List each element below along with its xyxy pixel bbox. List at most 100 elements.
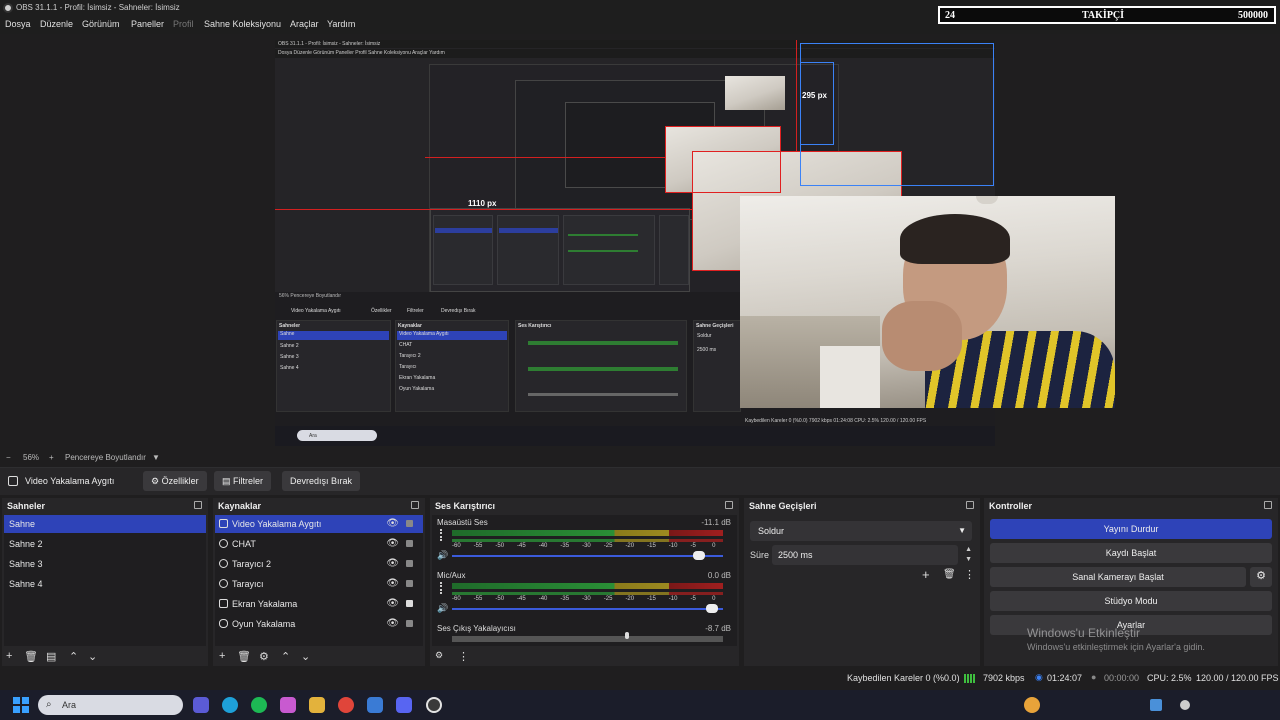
source-item[interactable]: CHAT 👁: [215, 535, 423, 553]
move-up-icon[interactable]: ⌃: [69, 650, 78, 663]
move-down-icon[interactable]: ⌄: [88, 650, 97, 663]
add-transition-icon[interactable]: +: [922, 567, 930, 582]
advanced-audio-icon[interactable]: ⚙: [435, 650, 443, 661]
visibility-eye-icon[interactable]: 👁: [386, 578, 399, 589]
menu-help[interactable]: Yardım: [327, 19, 355, 29]
scene-item[interactable]: Sahne 4: [4, 575, 206, 593]
zoom-in-button[interactable]: +: [49, 453, 54, 462]
source-properties-icon[interactable]: ⚙: [259, 650, 269, 663]
move-down-icon[interactable]: ⌄: [301, 650, 310, 663]
visibility-eye-icon[interactable]: 👁: [386, 538, 399, 549]
duration-stepper[interactable]: ▲ ▼: [965, 545, 972, 565]
volume-slider[interactable]: [452, 608, 723, 610]
duration-input[interactable]: 2500 ms: [772, 545, 958, 565]
fit-to-window-button[interactable]: Pencereye Boyutlandır: [65, 453, 146, 462]
source-item[interactable]: Video Yakalama Aygıtı 👁: [215, 515, 423, 533]
zoom-out-button[interactable]: −: [6, 453, 11, 462]
mixer-menu-icon[interactable]: ⋮: [458, 650, 469, 663]
meter-tick-label: -20: [625, 543, 635, 549]
lock-icon[interactable]: [406, 540, 413, 547]
menu-profile[interactable]: Profil: [173, 19, 194, 29]
channel-menu-icon[interactable]: [440, 529, 442, 541]
zoom-dropdown-icon[interactable]: ▼: [152, 453, 160, 462]
volume-knob[interactable]: [706, 604, 719, 613]
settings-app-icon[interactable]: [367, 697, 383, 713]
dock-float-icon[interactable]: [1264, 501, 1272, 509]
menu-view[interactable]: Görünüm: [82, 19, 120, 29]
webcam-video-source[interactable]: [740, 196, 1115, 408]
menu-scene-collection[interactable]: Sahne Koleksiyonu: [204, 19, 281, 29]
visibility-eye-icon[interactable]: 👁: [386, 558, 399, 569]
network-tray-icon[interactable]: [1150, 699, 1162, 711]
transition-menu-icon[interactable]: ⋮: [964, 568, 975, 581]
remove-scene-icon[interactable]: 🗑: [24, 650, 38, 663]
scene-item[interactable]: Sahne 2: [4, 535, 206, 553]
copilot-icon[interactable]: [280, 697, 296, 713]
chrome-icon[interactable]: [338, 697, 354, 713]
channel-db: 0.0 dB: [707, 571, 731, 580]
properties-button[interactable]: ⚙ Özellikler: [143, 471, 207, 491]
source-item[interactable]: Tarayıcı 👁: [215, 575, 423, 593]
lock-icon[interactable]: [406, 520, 413, 527]
menu-tools[interactable]: Araçlar: [290, 19, 319, 29]
lock-icon[interactable]: [406, 580, 413, 587]
filters-button[interactable]: ▤ Filtreler: [214, 471, 272, 491]
visibility-eye-icon[interactable]: 👁: [386, 618, 399, 629]
menu-edit[interactable]: Düzenle: [40, 19, 73, 29]
source-item[interactable]: Ekran Yakalama 👁: [215, 595, 423, 613]
visibility-eye-icon[interactable]: 👁: [386, 598, 399, 609]
lock-icon[interactable]: [406, 560, 413, 567]
ceiling-lamp: [976, 196, 998, 204]
sources-title: Kaynaklar: [218, 501, 262, 511]
speaker-icon[interactable]: 🔊: [437, 550, 448, 561]
spotify-icon[interactable]: [251, 697, 267, 713]
virtual-camera-settings-gear-icon[interactable]: ⚙: [1250, 567, 1272, 587]
lock-icon[interactable]: [406, 620, 413, 627]
discord-icon[interactable]: [396, 697, 412, 713]
visibility-eye-icon[interactable]: 👁: [386, 518, 399, 529]
channel-menu-icon[interactable]: [440, 582, 442, 594]
source-item[interactable]: Tarayıcı 2 👁: [215, 555, 423, 573]
lock-icon[interactable]: [406, 600, 413, 607]
filters-icon[interactable]: ▤: [46, 650, 56, 663]
edge-browser-icon[interactable]: [222, 697, 238, 713]
camera-app-icon[interactable]: [193, 697, 209, 713]
add-source-icon[interactable]: +: [219, 650, 225, 662]
volume-slider[interactable]: [452, 555, 723, 557]
windows-start-icon[interactable]: [13, 697, 29, 713]
scenes-dock: Sahneler Sahne Sahne 2 Sahne 3 Sahne 4 +…: [2, 498, 208, 666]
obs-taskbar-icon[interactable]: [426, 697, 442, 713]
remove-transition-icon[interactable]: 🗑: [943, 569, 956, 580]
scene-item[interactable]: Sahne: [4, 515, 206, 533]
speaker-icon[interactable]: 🔊: [437, 603, 448, 614]
start-virtual-camera-button[interactable]: Sanal Kamerayı Başlat: [990, 567, 1246, 587]
volume-knob[interactable]: [624, 632, 629, 639]
move-up-icon[interactable]: ⌃: [281, 650, 290, 663]
scenes-toolbar: + 🗑 ▤ ⌃ ⌄: [2, 646, 208, 666]
studio-mode-button[interactable]: Stüdyo Modu: [990, 591, 1272, 611]
dock-float-icon[interactable]: [411, 501, 419, 509]
transition-select[interactable]: Soldur ▼: [750, 521, 972, 541]
menu-file[interactable]: Dosya: [5, 19, 31, 29]
add-scene-icon[interactable]: +: [6, 650, 12, 662]
meter-tick-label: -10: [668, 543, 678, 549]
menu-docks[interactable]: Paneller: [131, 19, 164, 29]
cpu-usage: CPU: 2.5%: [1147, 673, 1192, 683]
source-item[interactable]: Oyun Yakalama 👁: [215, 615, 423, 633]
taskbar-search[interactable]: ⌕ Ara: [38, 695, 183, 715]
volume-knob[interactable]: [693, 551, 706, 560]
mini-trans-dock: Sahne Geçişleri Soldur 2500 ms: [693, 320, 741, 412]
scene-item[interactable]: Sahne 3: [4, 555, 206, 573]
deactivate-button[interactable]: Devredışı Bırak: [282, 471, 361, 491]
file-explorer-icon[interactable]: [309, 697, 325, 713]
meter-tick-label: -55: [473, 543, 483, 549]
dock-float-icon[interactable]: [725, 501, 733, 509]
weather-icon[interactable]: [1024, 697, 1040, 713]
start-recording-button[interactable]: Kaydı Başlat: [990, 543, 1272, 563]
follower-goal: 500000: [1238, 10, 1268, 21]
stop-streaming-button[interactable]: Yayını Durdur: [990, 519, 1272, 539]
volume-tray-icon[interactable]: [1180, 700, 1190, 710]
remove-source-icon[interactable]: 🗑: [237, 650, 251, 663]
dock-float-icon[interactable]: [194, 501, 202, 509]
dock-float-icon[interactable]: [966, 501, 974, 509]
